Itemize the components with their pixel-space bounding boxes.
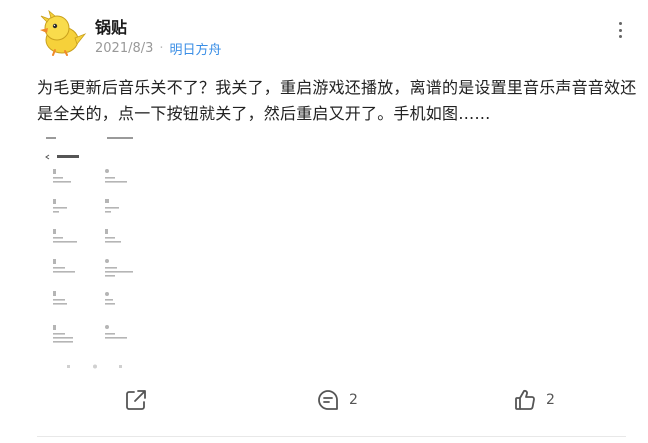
comment-count: 2 <box>349 392 358 408</box>
post-meta: 2021/8/3 · 明日方舟 <box>95 39 222 58</box>
game-tag[interactable]: 明日方舟 <box>170 39 222 58</box>
like-count: 2 <box>546 392 555 408</box>
author-name[interactable]: 锅贴 <box>95 14 127 38</box>
comment-button[interactable]: 2 <box>316 388 358 412</box>
action-bar: 2 2 <box>0 388 648 418</box>
more-options-button[interactable] <box>616 22 624 38</box>
avatar[interactable] <box>37 9 87 56</box>
thumbs-up-icon <box>515 389 535 410</box>
post-date: 2021/8/3 <box>95 41 154 56</box>
meta-separator: · <box>159 41 164 56</box>
post-content: 为毛更新后音乐关不了？我关了，重启游戏还播放，离谱的是设置里音乐声音音效还是全关… <box>37 78 637 123</box>
share-icon <box>126 390 146 410</box>
phone-settings-screenshot <box>37 131 162 377</box>
post-divider <box>37 436 626 437</box>
share-button[interactable] <box>124 388 148 412</box>
more-icon <box>618 22 622 25</box>
chocobo-avatar-icon <box>40 9 87 56</box>
comment-icon <box>318 390 338 410</box>
like-button[interactable]: 2 <box>513 388 555 412</box>
post-image[interactable] <box>37 131 162 377</box>
